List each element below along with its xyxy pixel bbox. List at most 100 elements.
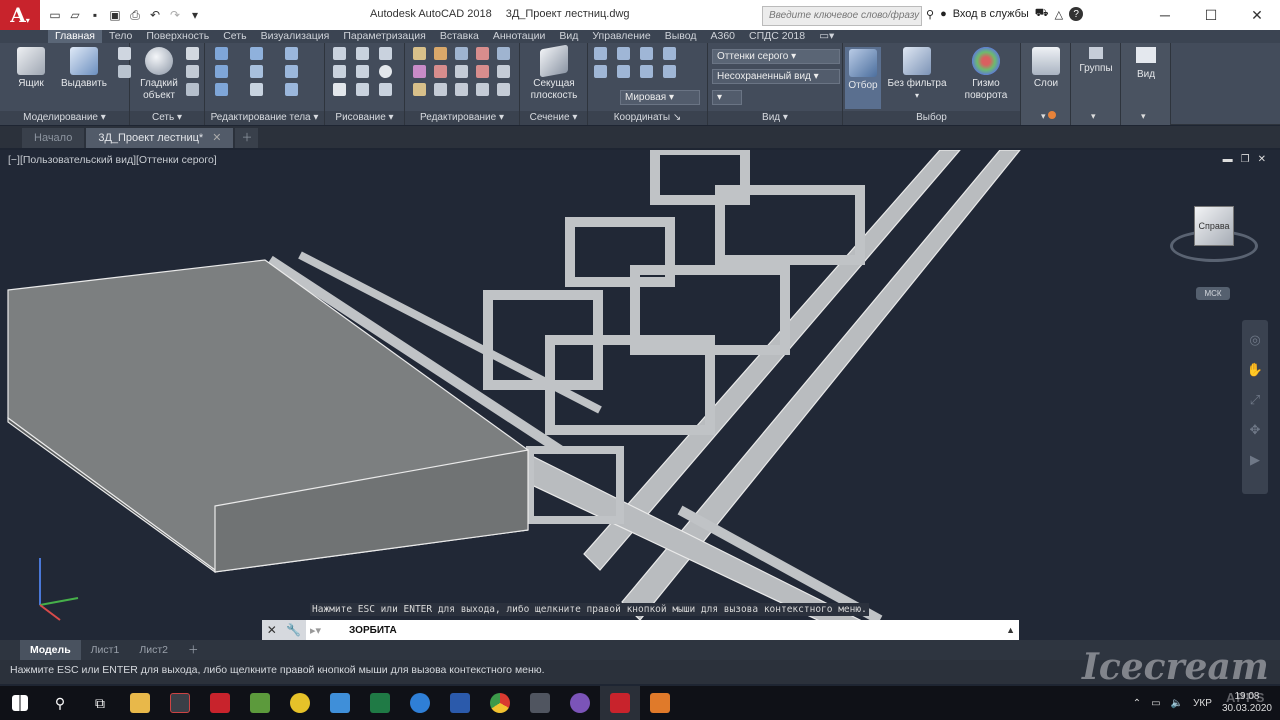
search-input[interactable]: Введите ключевое слово/фразу (762, 6, 922, 26)
undo-icon[interactable]: ↶ (146, 6, 164, 24)
ribbon-tab-8[interactable]: Вид (552, 30, 585, 43)
visual-style-combo[interactable]: Оттенки серого ▾ (712, 49, 840, 64)
edge-icon[interactable] (400, 686, 440, 720)
save-as-icon[interactable]: ▣ (106, 6, 124, 24)
smooth-object-button[interactable]: Гладкий объект (136, 47, 182, 102)
minimize-icon[interactable]: ─ (1142, 0, 1188, 30)
view-expand-icon[interactable]: ▾ (1141, 111, 1146, 122)
cart-icon[interactable]: ⛟ (1035, 7, 1049, 21)
shell-icon[interactable] (250, 83, 263, 96)
groups-button[interactable]: Группы (1077, 47, 1115, 75)
pdf-reader-icon[interactable] (200, 686, 240, 720)
separate-icon[interactable] (285, 83, 298, 96)
circle-icon[interactable] (379, 65, 392, 78)
polygon-icon[interactable] (333, 83, 346, 96)
vp-minimize-icon[interactable]: ▬ (1223, 154, 1233, 165)
app-green-icon[interactable] (240, 686, 280, 720)
viewport-config-combo[interactable]: ▾ (712, 90, 742, 105)
file-explorer-icon[interactable] (120, 686, 160, 720)
stretch-icon[interactable] (497, 47, 510, 60)
scale-icon[interactable] (455, 65, 468, 78)
pan-icon[interactable]: ✋ (1247, 362, 1263, 378)
mesh-smooth-less-icon[interactable] (186, 65, 199, 78)
view-button[interactable]: Вид (1129, 47, 1163, 81)
binoculars-icon[interactable]: ⚲ (926, 8, 934, 21)
rotate-icon[interactable] (413, 65, 426, 78)
extract-edges-icon[interactable] (285, 65, 298, 78)
doc-tab-close-icon[interactable]: ✕ (212, 132, 221, 144)
line-icon[interactable] (356, 65, 369, 78)
ucs-y-icon[interactable] (663, 47, 676, 60)
add-layout-button[interactable]: ＋ (178, 640, 209, 660)
showmotion-icon[interactable]: ▶ (1250, 452, 1260, 468)
zoom-icon[interactable]: ⤢ (1250, 392, 1260, 408)
save-icon[interactable]: ▪ (86, 6, 104, 24)
viber-icon[interactable] (560, 686, 600, 720)
move-icon[interactable] (413, 47, 426, 60)
excel-icon[interactable] (360, 686, 400, 720)
word-icon[interactable] (440, 686, 480, 720)
section-plane-button[interactable]: Секущая плоскость (524, 44, 584, 102)
mirror-icon[interactable] (434, 47, 447, 60)
move-3d-icon[interactable] (455, 47, 468, 60)
ucs-icon[interactable] (594, 47, 607, 60)
align-icon[interactable] (476, 47, 489, 60)
calculator-icon[interactable] (520, 686, 560, 720)
ucs-x-icon[interactable] (640, 47, 653, 60)
mesh-refine-icon[interactable] (186, 83, 199, 96)
autocad-logo-icon[interactable]: A ▾ (0, 0, 40, 30)
volume-icon[interactable]: 🔈 (1171, 698, 1183, 709)
panel-title-section[interactable]: Сечение ▾ (520, 111, 587, 125)
command-input[interactable]: ЗОРБИТА (321, 625, 1006, 636)
offset-icon[interactable] (413, 83, 426, 96)
ribbon-tab-0[interactable]: Главная (48, 30, 102, 43)
vp-restore-icon[interactable]: ❐ (1241, 154, 1250, 165)
task-view-icon[interactable]: ⧉ (80, 686, 120, 720)
ucs-origin-icon[interactable] (617, 47, 630, 60)
arc-icon[interactable] (356, 47, 369, 60)
maximize-icon[interactable]: ☐ (1188, 0, 1234, 30)
orbit-icon[interactable]: ✥ (1250, 422, 1261, 438)
union-icon[interactable] (215, 47, 228, 60)
chrome-icon[interactable] (480, 686, 520, 720)
panel-title-solid-edit[interactable]: Редактирование тела ▾ (205, 111, 324, 125)
network-icon[interactable]: ▭ (1151, 698, 1160, 709)
fillet-edge-icon[interactable] (250, 47, 263, 60)
language-indicator[interactable]: УКР (1193, 698, 1212, 709)
user-icon[interactable]: ● (940, 8, 947, 20)
autocad-taskbar-icon[interactable] (600, 686, 640, 720)
app-yellow-icon[interactable] (280, 686, 320, 720)
helix-icon[interactable] (356, 83, 369, 96)
ribbon-tab-5[interactable]: Параметризация (336, 30, 433, 43)
panel-title-view[interactable]: Вид ▾ (708, 111, 842, 125)
solid-copy-icon[interactable] (285, 47, 298, 60)
join-icon[interactable] (497, 83, 510, 96)
panel-title-mesh[interactable]: Сеть ▾ (130, 111, 204, 125)
search-icon[interactable]: ⚲ (40, 686, 80, 720)
panel-title-coordinates[interactable]: Координаты ↘ (588, 111, 707, 125)
ucs-menu-button[interactable]: МСК (1196, 287, 1230, 300)
ribbon-tab-1[interactable]: Тело (102, 30, 139, 43)
recorder-icon[interactable] (640, 686, 680, 720)
named-view-combo[interactable]: Несохраненный вид ▾ (712, 69, 840, 84)
layout-tab-sheet2[interactable]: Лист2 (129, 640, 178, 660)
rotate-gizmo-button[interactable]: Гизмо поворота (955, 47, 1017, 102)
box-button[interactable]: Ящик (8, 47, 54, 90)
copy-icon[interactable] (434, 65, 447, 78)
doc-tab-project[interactable]: 3Д_Проект лестниц* ✕ (86, 128, 234, 148)
help-icon[interactable]: ? (1069, 7, 1084, 21)
viewport-controls-label[interactable]: [−][Пользовательский вид][Оттенки серого… (8, 154, 217, 166)
spline-icon[interactable] (333, 65, 346, 78)
ribbon-tab-6[interactable]: Вставка (433, 30, 486, 43)
slice-icon[interactable] (250, 65, 263, 78)
viewcube-face[interactable]: Справа (1194, 206, 1234, 246)
new-file-icon[interactable]: ▭ (46, 6, 64, 24)
extrude-button[interactable]: Выдавить (58, 47, 110, 90)
polyline-icon[interactable] (333, 47, 346, 60)
erase-icon[interactable] (497, 65, 510, 78)
ribbon-tab-9[interactable]: Управление (585, 30, 657, 43)
doc-tab-start[interactable]: Начало (22, 128, 85, 148)
windows-start-icon[interactable] (0, 686, 40, 720)
qat-menu-icon[interactable]: ▾ (186, 6, 204, 24)
exchange-icon[interactable]: △ (1055, 8, 1063, 21)
